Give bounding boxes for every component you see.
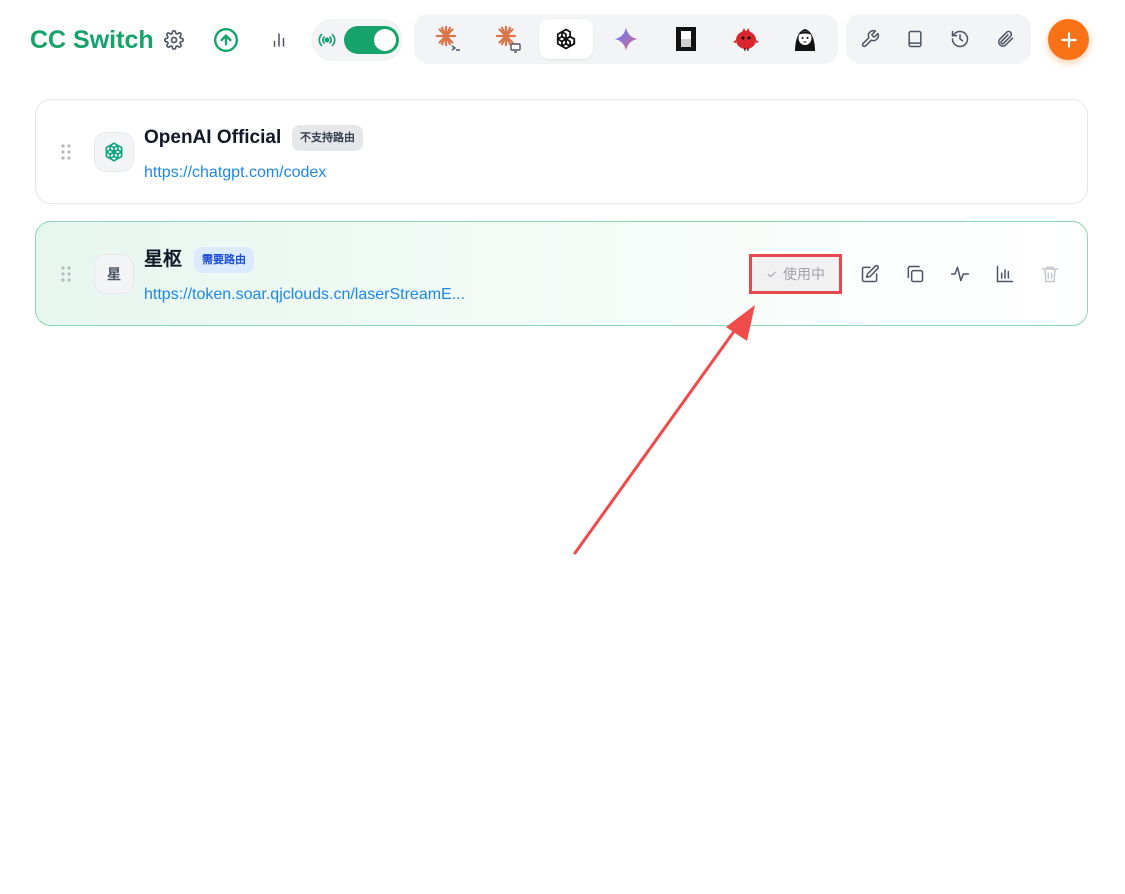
test-latency-button[interactable]: [946, 260, 974, 288]
usage-button[interactable]: [263, 24, 295, 56]
in-use-button[interactable]: 使用中: [749, 254, 842, 294]
arrow-up-circle-icon: [213, 27, 239, 53]
paperclip-icon: [998, 30, 1014, 47]
grip-icon: [61, 144, 71, 160]
provider-avatar: [94, 132, 134, 172]
tab-red-bird[interactable]: [719, 19, 773, 59]
pulse-icon: [950, 266, 970, 282]
trash-icon: [1041, 266, 1059, 283]
edit-icon: [861, 264, 879, 283]
history-button[interactable]: [944, 23, 976, 55]
claude-desktop-icon: [495, 25, 521, 53]
openai-icon: [105, 142, 123, 162]
docs-button[interactable]: [899, 23, 931, 55]
in-use-label: 使用中: [783, 266, 825, 282]
app-tabs: [414, 14, 838, 64]
opencode-icon: [676, 27, 696, 51]
claude-asterisk-icon: [435, 25, 460, 51]
usage-stats-button[interactable]: [991, 260, 1019, 288]
openai-icon: [556, 28, 576, 50]
tab-codex[interactable]: [539, 19, 593, 59]
app-window: CC Switch OpenAI Official 不支持路由 https://…: [0, 0, 1125, 894]
tab-character[interactable]: [778, 19, 832, 59]
delete-button[interactable]: [1036, 260, 1064, 288]
update-button[interactable]: [210, 24, 242, 56]
grip-icon: [61, 266, 71, 282]
routing-badge: 需要路由: [194, 247, 254, 273]
red-bird-icon: [733, 28, 759, 51]
plus-icon: [1060, 31, 1077, 48]
tab-gemini[interactable]: [599, 19, 653, 59]
attachments-button[interactable]: [989, 23, 1021, 55]
header: CC Switch: [0, 0, 1125, 80]
broadcast-icon: [318, 33, 336, 47]
drag-handle[interactable]: [60, 266, 72, 282]
provider-name: 星枢: [144, 249, 183, 270]
check-icon: [767, 271, 776, 277]
tab-opencode[interactable]: [659, 19, 713, 59]
character-icon: [795, 29, 815, 51]
wrench-icon: [861, 29, 880, 48]
book-icon: [908, 30, 922, 48]
proxy-toggle[interactable]: [344, 26, 399, 54]
tab-claude-desktop[interactable]: [480, 19, 534, 59]
provider-url[interactable]: https://chatgpt.com/codex: [144, 163, 326, 183]
provider-card[interactable]: OpenAI Official 不支持路由 https://chatgpt.co…: [35, 99, 1088, 204]
edit-button[interactable]: [856, 260, 884, 288]
copy-icon: [907, 265, 924, 283]
proxy-toggle-group: [311, 19, 403, 61]
tools-group: [846, 14, 1031, 64]
tools-button[interactable]: [854, 23, 886, 55]
tab-claude-code[interactable]: [420, 19, 474, 59]
bar-chart-icon: [273, 33, 285, 47]
bar-chart-icon: [996, 265, 1014, 283]
toggle-knob: [374, 29, 396, 51]
app-title: CC Switch: [30, 26, 154, 54]
history-icon: [951, 30, 969, 48]
duplicate-button[interactable]: [901, 260, 929, 288]
provider-avatar: 星: [94, 254, 134, 294]
gemini-sparkle-icon: [614, 27, 638, 51]
gear-icon: [164, 30, 184, 50]
provider-url[interactable]: https://token.soar.qjclouds.cn/laserStre…: [144, 285, 465, 305]
provider-name: OpenAI Official: [144, 127, 282, 148]
provider-card-active[interactable]: 星 星枢 需要路由 https://token.soar.qjclouds.cn…: [35, 221, 1088, 326]
drag-handle[interactable]: [60, 144, 72, 160]
settings-button[interactable]: [158, 24, 190, 56]
routing-badge: 不支持路由: [292, 125, 363, 151]
add-provider-button[interactable]: [1048, 19, 1089, 60]
